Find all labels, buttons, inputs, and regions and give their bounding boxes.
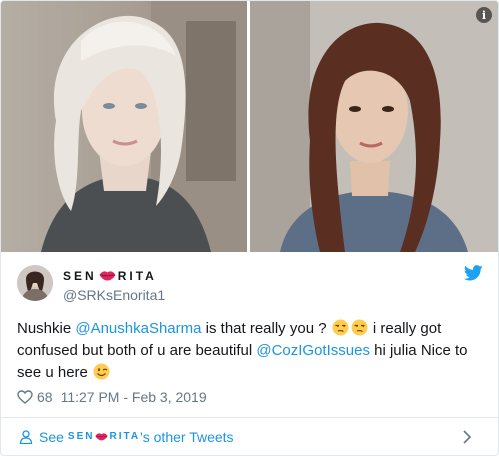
heart-icon[interactable] — [17, 390, 33, 404]
mention-anushkasharma[interactable]: @AnushkaSharma — [75, 320, 201, 337]
photo-left[interactable] — [1, 1, 247, 252]
lips-icon — [95, 432, 109, 441]
winking-face-icon — [93, 363, 110, 380]
unamused-face-icon — [332, 319, 349, 336]
display-name[interactable]: SEN RITA — [63, 267, 165, 284]
timestamp[interactable]: 11:27 PM - Feb 3, 2019 — [61, 389, 207, 405]
avatar[interactable] — [17, 265, 53, 301]
lips-icon — [99, 270, 116, 281]
like-count[interactable]: 68 — [37, 389, 53, 405]
tweet-media[interactable]: i — [1, 1, 498, 252]
tweet-meta: 68 11:27 PM - Feb 3, 2019 — [17, 388, 207, 406]
unamused-face-icon — [351, 319, 368, 336]
see-other-tweets-link[interactable]: See SEN RITA 's other Tweets — [1, 417, 498, 455]
mention-cozigotissues[interactable]: @CozIGotIssues — [256, 342, 370, 359]
see-display-name: SEN RITA — [67, 431, 141, 442]
info-icon[interactable]: i — [476, 7, 492, 23]
tweet-card[interactable]: i SEN RITA @SRKsEnorita1 Nushkie @Anushk… — [0, 0, 499, 456]
tweet-header: SEN RITA @SRKsEnorita1 — [17, 263, 483, 305]
photo-right[interactable]: i — [250, 1, 498, 252]
person-icon — [19, 429, 33, 444]
see-other-tweets-label[interactable]: See SEN RITA 's other Tweets — [39, 429, 234, 445]
tweet-text: Nushkie @AnushkaSharma is that really yo… — [17, 319, 468, 381]
user-handle[interactable]: @SRKsEnorita1 — [63, 287, 165, 303]
chevron-right-icon[interactable] — [462, 429, 472, 445]
user-info[interactable]: SEN RITA @SRKsEnorita1 — [63, 267, 165, 304]
twitter-bird-icon[interactable] — [464, 265, 483, 281]
